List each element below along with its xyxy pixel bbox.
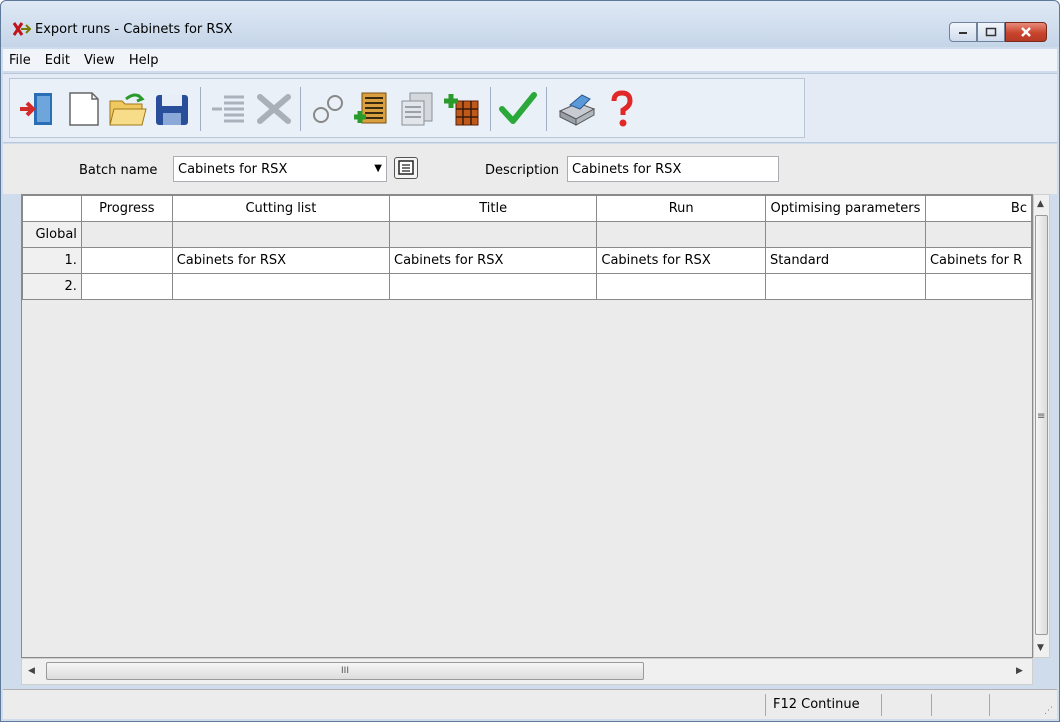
toolbar-band [9, 78, 805, 138]
toolbar-separator [200, 87, 201, 131]
open-icon[interactable] [108, 89, 148, 129]
status-separator [881, 694, 882, 716]
status-continue[interactable]: F12 Continue [773, 697, 860, 712]
runs-table: Progress Cutting list Title Run Optimisi… [22, 195, 1032, 300]
batch-form: Batch name Cabinets for RSX ▼ Descriptio… [3, 144, 1057, 194]
add-board-icon[interactable] [442, 89, 482, 129]
status-separator [765, 694, 766, 716]
minimize-icon [959, 32, 967, 34]
vertical-scroll-thumb[interactable]: ≡ [1035, 215, 1048, 635]
title-bar[interactable]: Export runs - Cabinets for RSX [1, 1, 1059, 47]
scroll-grip-icon: ≡ [1037, 411, 1046, 422]
table-cell[interactable] [924, 221, 1032, 248]
table-cell[interactable]: Standard [765, 247, 926, 274]
table-cell[interactable] [80, 273, 173, 300]
toolbar [3, 73, 1057, 143]
table-row: 2. [22, 273, 1032, 300]
cross-arrow-icon [13, 22, 31, 36]
help-icon[interactable] [602, 89, 642, 129]
column-header[interactable]: Title [389, 195, 598, 222]
column-header[interactable]: Bc [924, 195, 1032, 222]
row-header[interactable]: 1. [22, 247, 82, 274]
description-value: Cabinets for RSX [572, 162, 682, 177]
table-cell[interactable] [596, 273, 766, 300]
corner-cell [22, 195, 82, 222]
table-cell[interactable]: Cabinets for R [924, 247, 1032, 274]
runs-grid: Progress Cutting list Title Run Optimisi… [21, 194, 1033, 658]
horizontal-scroll-thumb[interactable]: III [46, 662, 644, 680]
save-icon[interactable] [152, 89, 192, 129]
menu-bar: File Edit View Help [3, 49, 1057, 71]
menu-help[interactable]: Help [129, 53, 159, 68]
table-cell[interactable] [596, 221, 766, 248]
table-cell[interactable] [389, 273, 598, 300]
status-separator [931, 694, 932, 716]
chevron-down-icon[interactable]: ▼ [374, 163, 382, 174]
table-cell[interactable] [171, 221, 391, 248]
minimize-button[interactable] [949, 22, 977, 42]
description-field[interactable]: Cabinets for RSX [567, 156, 779, 182]
list-window-icon [398, 160, 414, 175]
copy-list-icon[interactable] [396, 89, 436, 129]
table-cell[interactable] [389, 221, 598, 248]
table-cell[interactable] [765, 221, 926, 248]
toolbar-separator [490, 87, 491, 131]
description-label: Description [485, 163, 560, 178]
table-row: 1. Cabinets for RSX Cabinets for RSX Cab… [22, 247, 1032, 274]
window-title: Export runs - Cabinets for RSX [35, 22, 233, 37]
column-header[interactable]: Run [596, 195, 766, 222]
table-cell[interactable] [80, 247, 173, 274]
table-cell[interactable]: Cabinets for RSX [389, 247, 598, 274]
table-cell[interactable] [171, 273, 391, 300]
scroll-down-icon[interactable]: ▼ [1037, 643, 1044, 653]
app-window: Export runs - Cabinets for RSX File Edit… [0, 0, 1060, 722]
ok-icon[interactable] [498, 89, 538, 129]
status-bar: F12 Continue ⋰ [3, 689, 1057, 719]
maximize-icon [985, 27, 997, 37]
batch-browse-button[interactable] [394, 157, 418, 179]
table-header-row: Progress Cutting list Title Run Optimisi… [22, 195, 1032, 222]
scroll-right-icon[interactable]: ▶ [1016, 666, 1023, 676]
link-icon[interactable] [308, 89, 348, 129]
close-icon [1021, 27, 1031, 37]
caption-buttons [949, 22, 1047, 42]
scroll-up-icon[interactable]: ▲ [1037, 199, 1044, 209]
close-button[interactable] [1005, 22, 1047, 42]
horizontal-scrollbar[interactable]: ◀ III ▶ [21, 658, 1033, 685]
column-header[interactable]: Optimising parameters [765, 195, 926, 222]
add-cutting-list-icon[interactable] [352, 89, 392, 129]
resize-grip-icon[interactable]: ⋰ [1044, 706, 1053, 716]
batch-name-label: Batch name [79, 163, 158, 178]
column-header[interactable]: Progress [80, 195, 173, 222]
print-icon[interactable] [556, 89, 596, 129]
scroll-grip-icon: III [341, 666, 349, 676]
menu-file[interactable]: File [9, 53, 31, 68]
column-header[interactable]: Cutting list [171, 195, 391, 222]
vertical-scrollbar[interactable]: ▲ ≡ ▼ [1033, 194, 1050, 658]
row-header[interactable]: 2. [22, 273, 82, 300]
table-row: Global [22, 221, 1032, 248]
exit-icon[interactable] [18, 89, 58, 129]
table-cell[interactable] [924, 273, 1032, 300]
batch-name-combo[interactable]: Cabinets for RSX ▼ [173, 156, 387, 182]
scroll-left-icon[interactable]: ◀ [28, 666, 35, 676]
list-icon[interactable] [208, 89, 248, 129]
table-cell[interactable]: Cabinets for RSX [171, 247, 391, 274]
maximize-button[interactable] [977, 22, 1005, 42]
toolbar-separator [546, 87, 547, 131]
table-cell[interactable] [765, 273, 926, 300]
menu-edit[interactable]: Edit [45, 53, 70, 68]
menu-view[interactable]: View [84, 53, 115, 68]
batch-name-value: Cabinets for RSX [178, 162, 288, 177]
table-cell[interactable] [80, 221, 173, 248]
delete-icon[interactable] [254, 89, 294, 129]
table-cell[interactable]: Cabinets for RSX [596, 247, 766, 274]
toolbar-separator [300, 87, 301, 131]
new-icon[interactable] [64, 89, 104, 129]
row-header[interactable]: Global [22, 221, 82, 248]
status-separator [989, 694, 990, 716]
